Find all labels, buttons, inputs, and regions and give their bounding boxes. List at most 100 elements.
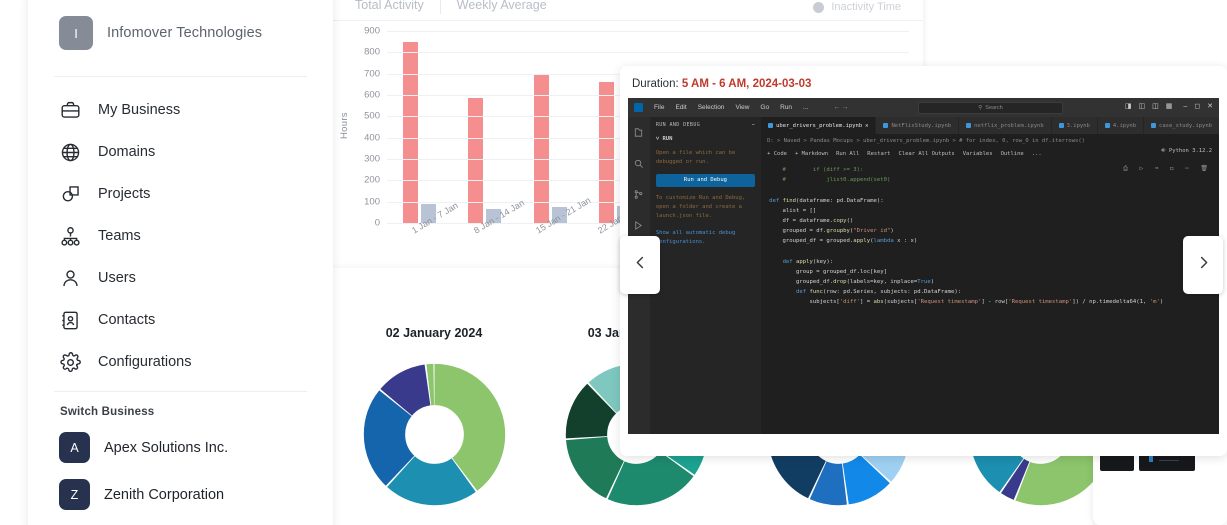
sidebar-item-contacts[interactable]: Contacts: [46, 299, 315, 341]
y-axis-tick: 400: [364, 132, 380, 144]
toolbar-action[interactable]: Run All: [836, 151, 859, 157]
business-avatar: Z: [59, 479, 90, 510]
vscode-body: RUN AND DEBUG ⋯ ˅ RUN Open a file which …: [628, 117, 1219, 434]
layout-grid-icon[interactable]: ▦: [1166, 102, 1173, 110]
maximize-icon[interactable]: ◻: [1194, 102, 1200, 110]
layout-panel-icon[interactable]: ◨: [1125, 102, 1132, 110]
search-icon: ⚲: [978, 105, 983, 111]
close-icon[interactable]: ✕: [865, 123, 868, 129]
bar-group[interactable]: [518, 31, 583, 223]
sidebar-item-teams[interactable]: Teams: [46, 215, 315, 257]
customize-hint-text: To customize Run and Debug, open a folde…: [655, 194, 746, 220]
y-axis-tick: 100: [364, 196, 380, 208]
toolbar-action[interactable]: Clear All Outputs: [898, 151, 954, 157]
toolbar-action[interactable]: Variables: [963, 151, 993, 157]
editor-tab-label: case_study.ipynb: [1159, 122, 1212, 129]
y-axis-tick: 500: [364, 110, 380, 122]
automatic-config-link[interactable]: Show all automatic debug configurations.: [656, 229, 755, 248]
duration-prefix: Duration:: [632, 78, 682, 90]
bar-group[interactable]: [452, 31, 517, 223]
menu-edit[interactable]: Edit: [675, 104, 686, 111]
editor-tab[interactable]: case_study.ipynb: [1144, 117, 1219, 134]
legend-label-inactivity: Inactivity Time: [831, 1, 901, 13]
editor-tab[interactable]: 4.ipynb: [1097, 117, 1144, 134]
menu-file[interactable]: File: [654, 104, 664, 111]
tab-weekly-average[interactable]: Weekly Average: [441, 0, 563, 20]
notebook-file-icon: [1104, 123, 1110, 128]
explorer-icon[interactable]: [633, 123, 644, 142]
back-forward-arrows-icon: ← →: [833, 104, 849, 111]
notebook-code-cell[interactable]: # if (diff >= 3): # jlist0.append(set0) …: [761, 160, 1219, 307]
donut-svg: [363, 363, 505, 506]
editor-tab-label: 4.ipynb: [1112, 122, 1137, 129]
layout-right-icon[interactable]: ◫: [1152, 102, 1159, 110]
editor-breadcrumb: D: > Naved > Pandas Mocups > uber_driver…: [761, 134, 1219, 147]
editor-tab[interactable]: uber_drivers_problem.ipynb ✕: [761, 117, 876, 134]
search-placeholder: Search: [985, 105, 1003, 111]
editor-tab-label: uber_drivers_problem.ipynb: [776, 122, 863, 129]
minimize-icon[interactable]: –: [1183, 103, 1187, 110]
organization-header[interactable]: I Infomover Technologies: [46, 0, 315, 76]
sidebar-item-label: Contacts: [98, 312, 156, 328]
bar-activity[interactable]: [403, 41, 419, 223]
toolbar-action[interactable]: Restart: [867, 151, 890, 157]
previous-session-button[interactable]: [620, 236, 660, 294]
y-axis-tick: 300: [364, 153, 380, 165]
menu-more[interactable]: ...: [803, 104, 808, 111]
sidebar-more-icon[interactable]: ⋯: [752, 122, 755, 128]
y-axis-tick: 600: [364, 89, 380, 101]
source-control-icon[interactable]: [633, 185, 644, 204]
activity-tabs: Total Activity Weekly Average Inactivity…: [333, 0, 923, 20]
donut-chart: 02 January 2024: [333, 326, 535, 507]
sidebar-item-configurations[interactable]: Configurations: [46, 341, 315, 383]
run-debug-icon[interactable]: [633, 216, 644, 235]
toolbar-action[interactable]: + Markdown: [795, 151, 828, 157]
sidebar-item-projects[interactable]: Projects: [46, 173, 315, 215]
sidebar-item-my-business[interactable]: My Business: [46, 89, 315, 131]
y-axis-tick: 900: [364, 25, 380, 37]
screen-recording-frame[interactable]: File Edit Selection View Go Run ... ← → …: [628, 98, 1219, 434]
editor-area: uber_drivers_problem.ipynb ✕ NetFlixStudy.…: [761, 117, 1219, 434]
cell-action-toolbar[interactable]: ⎙ ▷ ➟ ◻ ⋯ 🗑: [1123, 165, 1212, 173]
search-icon[interactable]: [633, 154, 644, 173]
notebook-file-icon: [966, 123, 972, 128]
tab-total-activity[interactable]: Total Activity: [339, 0, 440, 20]
sidebar-item-users[interactable]: Users: [46, 257, 315, 299]
chevron-left-icon: [633, 255, 648, 275]
kernel-selector[interactable]: ⎆ Python 3.12.2: [1161, 148, 1212, 155]
y-axis-tick: 800: [364, 46, 380, 58]
menu-run[interactable]: Run: [780, 104, 792, 111]
run-and-debug-sidebar: RUN AND DEBUG ⋯ ˅ RUN Open a file which …: [649, 117, 762, 434]
menu-selection[interactable]: Selection: [698, 104, 725, 111]
chart-legend: Inactivity Time: [813, 1, 901, 13]
toolbar-action[interactable]: + Code: [767, 151, 787, 157]
contact-card-icon: [60, 310, 81, 331]
layout-bottom-icon[interactable]: ◫: [1139, 102, 1146, 110]
notebook-file-icon: [1058, 123, 1064, 128]
editor-tab[interactable]: NetFlixStudy.ipynb: [876, 117, 959, 134]
run-and-debug-button[interactable]: Run and Debug: [655, 173, 756, 187]
bar-group[interactable]: [387, 31, 452, 223]
business-item-zenith[interactable]: Z Zenith Corporation: [46, 471, 315, 518]
y-axis-tick: 700: [364, 68, 380, 80]
y-axis-title: Hours: [339, 112, 350, 139]
toolbar-action[interactable]: Outline: [1001, 151, 1024, 157]
menu-go[interactable]: Go: [760, 104, 769, 111]
sidebar-item-label: My Business: [98, 102, 181, 118]
business-item-apex[interactable]: A Apex Solutions Inc.: [46, 424, 315, 471]
toolbar-action[interactable]: ...: [1032, 151, 1042, 157]
menu-view[interactable]: View: [735, 104, 749, 111]
org-chart-icon: [60, 226, 81, 247]
sidebar-item-domains[interactable]: Domains: [46, 131, 315, 173]
next-session-button[interactable]: [1183, 236, 1223, 294]
donut-title: 02 January 2024: [385, 326, 483, 340]
editor-tab[interactable]: netflix_problem.ipynb: [959, 117, 1051, 134]
window-controls: ◨ ◫ ◫ ▦ – ◻ ✕: [1125, 102, 1213, 111]
close-icon[interactable]: ✕: [1207, 102, 1213, 110]
editor-tab[interactable]: 3.ipynb: [1051, 117, 1097, 134]
breadcrumb-text: D: > Naved > Pandas Mocups > uber_driver…: [767, 137, 1085, 144]
organization-name: Infomover Technologies: [107, 25, 263, 41]
shapes-icon: [60, 184, 81, 205]
run-section-label[interactable]: ˅ RUN: [656, 135, 755, 142]
vscode-search-box[interactable]: ⚲ Search: [918, 102, 1063, 114]
